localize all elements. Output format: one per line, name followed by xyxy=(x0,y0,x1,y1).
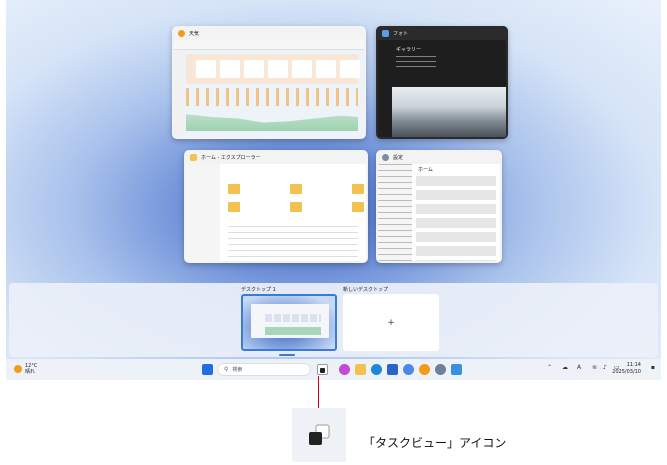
store-icon[interactable] xyxy=(387,364,398,375)
wifi-icon[interactable]: ≋ xyxy=(592,364,597,371)
explorer-window-titlebar: ホーム - エクスプローラー xyxy=(184,150,368,164)
weather-chart xyxy=(186,114,358,131)
settings-taskbar-icon[interactable] xyxy=(435,364,446,375)
settings-window-title: 設定 xyxy=(393,154,404,161)
task-view-icon xyxy=(309,424,330,445)
photos-app-icon xyxy=(382,29,389,37)
desktop-1-thumbnail[interactable] xyxy=(241,294,337,351)
folder-icon xyxy=(190,153,197,161)
settings-window-preview: ホーム xyxy=(378,164,500,261)
taskbar: 12°C 晴れ ⚲ 検索 ⌃ ☁ A ≋ ♪ ▭ 11:14 2025/03/1… xyxy=(6,359,661,380)
explorer-window-preview xyxy=(186,164,366,261)
desktop-screen: 天気 フォト ギャラリー ホーム - エクスプローラー 設定 ホーム デスクトッ… xyxy=(6,0,661,380)
copilot-icon[interactable] xyxy=(339,364,350,375)
search-icon: ⚲ xyxy=(224,366,229,373)
file-explorer-icon[interactable] xyxy=(355,364,366,375)
photos-window-preview: ギャラリー xyxy=(378,40,506,137)
callout-line xyxy=(318,376,319,408)
photos-taskbar-icon[interactable] xyxy=(451,364,462,375)
weather-app-taskbar-icon[interactable] xyxy=(419,364,430,375)
ime-indicator[interactable]: A xyxy=(577,364,581,371)
start-button[interactable] xyxy=(202,364,213,375)
photos-gallery-heading: ギャラリー xyxy=(396,47,422,53)
callout-label: 「タスクビュー」アイコン xyxy=(363,436,507,450)
cloud-icon[interactable]: ☁ xyxy=(562,364,568,371)
task-view-icon-enlarged xyxy=(292,408,346,462)
weather-window-preview xyxy=(174,40,364,137)
weather-app-icon xyxy=(178,29,185,37)
weather-window-titlebar: 天気 xyxy=(172,26,366,40)
photos-window-titlebar: フォト xyxy=(376,26,508,40)
clock-date: 2025/03/10 xyxy=(612,369,641,375)
new-desktop-label: 新しいデスクトップ xyxy=(343,287,389,293)
new-desktop-button[interactable]: + xyxy=(343,294,439,351)
bell-icon[interactable]: ▪ xyxy=(651,364,655,371)
settings-home-heading: ホーム xyxy=(418,166,433,173)
edge-icon[interactable] xyxy=(371,364,382,375)
search-box[interactable]: ⚲ 検索 xyxy=(217,363,311,376)
clock-time: 11:14 xyxy=(626,362,641,368)
speaker-icon[interactable]: ♪ xyxy=(603,364,607,371)
office-photo xyxy=(392,87,506,137)
explorer-window-card[interactable]: ホーム - エクスプローラー xyxy=(184,150,368,263)
photos-window-card[interactable]: フォト ギャラリー xyxy=(376,26,508,139)
weather-description: 晴れ xyxy=(25,369,36,375)
desktop-1-label: デスクトップ 1 xyxy=(241,287,276,293)
virtual-desktops-bar: デスクトップ 1 新しいデスクトップ + xyxy=(9,283,658,357)
outlook-icon[interactable] xyxy=(403,364,414,375)
clock[interactable]: 11:14 2025/03/10 xyxy=(612,362,641,376)
weather-window-card[interactable]: 天気 xyxy=(172,26,366,139)
plus-icon: + xyxy=(387,317,395,328)
active-desktop-indicator xyxy=(279,354,295,356)
sun-icon xyxy=(14,365,22,373)
settings-window-titlebar: 設定 xyxy=(376,150,502,164)
chevron-up-icon[interactable]: ⌃ xyxy=(547,364,552,371)
search-placeholder: 検索 xyxy=(232,367,243,373)
weather-window-title: 天気 xyxy=(189,30,200,37)
task-view-button[interactable] xyxy=(317,364,328,375)
explorer-window-title: ホーム - エクスプローラー xyxy=(201,154,261,161)
photos-window-title: フォト xyxy=(393,30,409,37)
gear-icon xyxy=(382,153,389,161)
settings-window-card[interactable]: 設定 ホーム xyxy=(376,150,502,263)
weather-widget[interactable]: 12°C 晴れ xyxy=(14,363,37,375)
